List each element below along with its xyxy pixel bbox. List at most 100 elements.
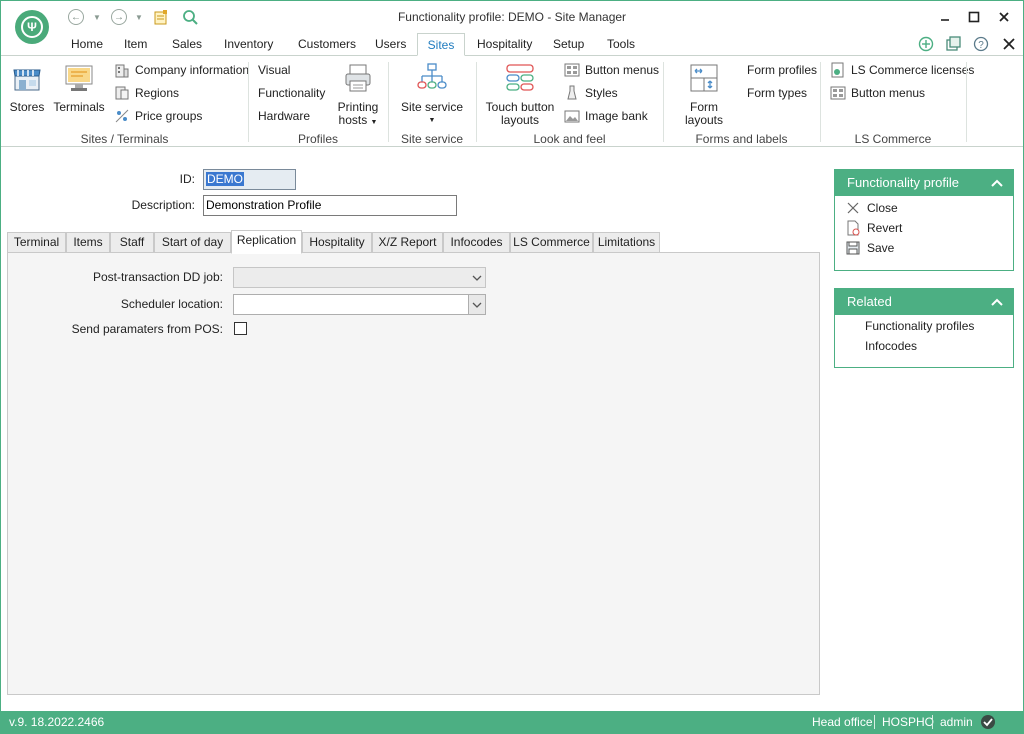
- image-bank-icon: [564, 110, 580, 123]
- regions-button[interactable]: Regions: [114, 84, 179, 102]
- touch-button-label-line2: layouts: [500, 113, 540, 127]
- tab-hospitality[interactable]: Hospitality: [302, 232, 372, 253]
- form-layout-icon: [690, 64, 718, 92]
- close-window-button[interactable]: [994, 7, 1014, 27]
- form-profiles-button[interactable]: Form profiles: [747, 61, 817, 79]
- tab-customers[interactable]: Customers: [290, 33, 364, 55]
- description-field[interactable]: Demonstration Profile: [203, 195, 457, 216]
- site-service-label: Site service: [400, 100, 464, 114]
- ls-commerce-group-label: LS Commerce: [854, 132, 932, 146]
- collapse-icon[interactable]: [991, 170, 1003, 204]
- form-types-button[interactable]: Form types: [747, 84, 807, 102]
- dropdown-arrow-icon: ▼: [428, 117, 436, 124]
- status-separator: [874, 715, 875, 729]
- hardware-profile-button[interactable]: Hardware: [258, 107, 310, 125]
- visual-profile-button[interactable]: Visual: [258, 61, 290, 79]
- dropdown-arrow-icon: ▼: [370, 119, 378, 126]
- description-label: Description:: [131, 198, 195, 212]
- send-parameters-checkbox[interactable]: [234, 322, 247, 335]
- printing-hosts-button[interactable]: Printing hosts ▼: [334, 62, 382, 129]
- forms-labels-group-label: Forms and labels: [695, 132, 788, 146]
- ribbon-separator: [820, 62, 821, 142]
- ls-commerce-button-menus-label: Button menus: [851, 86, 926, 100]
- ribbon-separator: [966, 62, 967, 142]
- save-action[interactable]: Save: [845, 240, 894, 256]
- menu-tab-row: Home Item Sales Inventory Customers User…: [1, 33, 1023, 56]
- button-menus-label: Button menus: [585, 63, 660, 77]
- tab-staff[interactable]: Staff: [110, 232, 154, 253]
- tab-users[interactable]: Users: [367, 33, 414, 55]
- close-action-label: Close: [867, 201, 898, 215]
- collapse-icon[interactable]: [991, 289, 1003, 323]
- price-groups-button[interactable]: Price groups: [114, 107, 202, 125]
- post-transaction-label: Post-transaction DD job:: [92, 270, 223, 284]
- form-layouts-button[interactable]: Form layouts: [670, 62, 738, 127]
- tab-start-of-day[interactable]: Start of day: [154, 232, 231, 253]
- status-separator: [932, 715, 933, 729]
- site-service-button[interactable]: Site service ▼: [399, 62, 465, 127]
- related-panel-header[interactable]: Related: [835, 289, 1013, 315]
- printer-icon: [345, 64, 371, 92]
- related-infocodes-link[interactable]: Infocodes: [865, 339, 917, 353]
- tab-hospitality[interactable]: Hospitality: [469, 33, 540, 55]
- ls-commerce-button-menus-button[interactable]: Button menus: [830, 84, 925, 102]
- post-transaction-select[interactable]: [233, 267, 486, 288]
- tab-sales[interactable]: Sales: [164, 33, 210, 55]
- location-status: Head office: [812, 715, 873, 729]
- minimize-button[interactable]: [935, 7, 955, 27]
- window-title: Functionality profile: DEMO - Site Manag…: [397, 10, 627, 24]
- connection-ok-icon: [980, 714, 996, 734]
- site-service-icon: [417, 63, 447, 89]
- window-layout-icon[interactable]: [943, 34, 963, 54]
- version-text: v.9. 18.2022.2466: [9, 715, 105, 729]
- tab-limitations[interactable]: Limitations: [593, 232, 660, 253]
- store-icon: [13, 69, 41, 91]
- close-document-icon[interactable]: [999, 34, 1019, 54]
- stores-button[interactable]: Stores: [7, 62, 47, 114]
- revert-action[interactable]: Revert: [845, 220, 902, 236]
- tab-terminal[interactable]: Terminal: [7, 232, 66, 253]
- id-field[interactable]: DEMO: [203, 169, 296, 190]
- sites-terminals-group-label: Sites / Terminals: [80, 132, 169, 146]
- image-bank-button[interactable]: Image bank: [564, 107, 648, 125]
- tab-tools[interactable]: Tools: [599, 33, 643, 55]
- title-bar: Ψ ← ▼ → ▼ Functionality profile: DEMO - …: [1, 1, 1023, 44]
- company-icon: [115, 64, 129, 78]
- tab-infocodes[interactable]: Infocodes: [443, 232, 510, 253]
- tab-replication[interactable]: Replication: [231, 230, 302, 254]
- regions-icon: [115, 86, 129, 100]
- user-status: admin: [940, 715, 973, 729]
- company-information-button[interactable]: Company information: [114, 61, 249, 79]
- tab-xz-report[interactable]: X/Z Report: [372, 232, 443, 253]
- id-value: DEMO: [206, 172, 244, 186]
- profiles-group-label: Profiles: [297, 132, 338, 146]
- ls-commerce-licenses-button[interactable]: LS Commerce licenses: [830, 61, 974, 79]
- tab-setup[interactable]: Setup: [545, 33, 592, 55]
- related-functionality-profiles-link[interactable]: Functionality profiles: [865, 319, 974, 333]
- functionality-profile-panel-header[interactable]: Functionality profile: [835, 170, 1013, 196]
- tab-sites[interactable]: Sites: [417, 33, 465, 56]
- button-menus-icon: [564, 63, 580, 77]
- button-menus-button[interactable]: Button menus: [564, 61, 659, 79]
- terminals-button[interactable]: Terminals: [53, 62, 105, 114]
- functionality-profile-button[interactable]: Functionality: [258, 84, 325, 102]
- ribbon: Stores Terminals Company information Reg…: [1, 55, 1023, 147]
- tab-items[interactable]: Items: [66, 232, 110, 253]
- maximize-button[interactable]: [964, 7, 984, 27]
- tab-home[interactable]: Home: [63, 33, 111, 55]
- styles-button[interactable]: Styles: [564, 84, 618, 102]
- add-icon[interactable]: [916, 34, 936, 54]
- touch-button-layouts-button[interactable]: Touch button layouts: [485, 62, 555, 127]
- app-window: Ψ ← ▼ → ▼ Functionality profile: DEMO - …: [0, 0, 1024, 734]
- tab-inventory[interactable]: Inventory: [216, 33, 281, 55]
- help-icon[interactable]: ?: [971, 34, 991, 54]
- tab-item[interactable]: Item: [116, 33, 155, 55]
- scheduler-location-select[interactable]: [233, 294, 486, 315]
- company-information-label: Company information: [135, 63, 250, 77]
- button-menus-icon: [830, 86, 846, 100]
- ribbon-separator: [476, 62, 477, 142]
- tab-ls-commerce[interactable]: LS Commerce: [510, 232, 593, 253]
- svg-text:?: ?: [978, 40, 984, 51]
- close-action[interactable]: Close: [845, 200, 898, 216]
- chevron-down-icon[interactable]: [468, 295, 485, 314]
